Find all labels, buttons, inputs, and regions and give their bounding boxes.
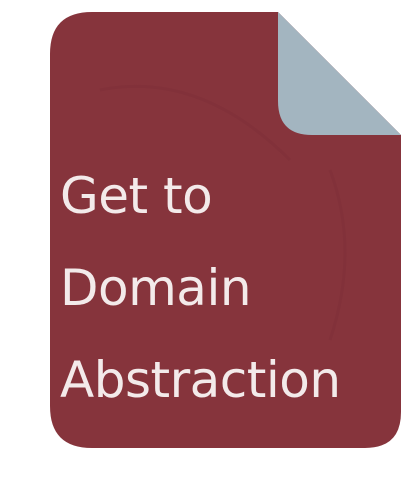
document-file-icon[interactable]: Get to Domain Abstraction [0,0,401,495]
file-corner-fold [278,12,401,135]
file-title: Get to Domain Abstraction [60,150,400,426]
desktop-canvas: Get to Domain Abstraction [0,0,401,495]
file-title-line-1: Get to [60,167,213,225]
file-title-line-2: Domain [60,259,252,317]
file-title-line-3: Abstraction [60,351,341,409]
